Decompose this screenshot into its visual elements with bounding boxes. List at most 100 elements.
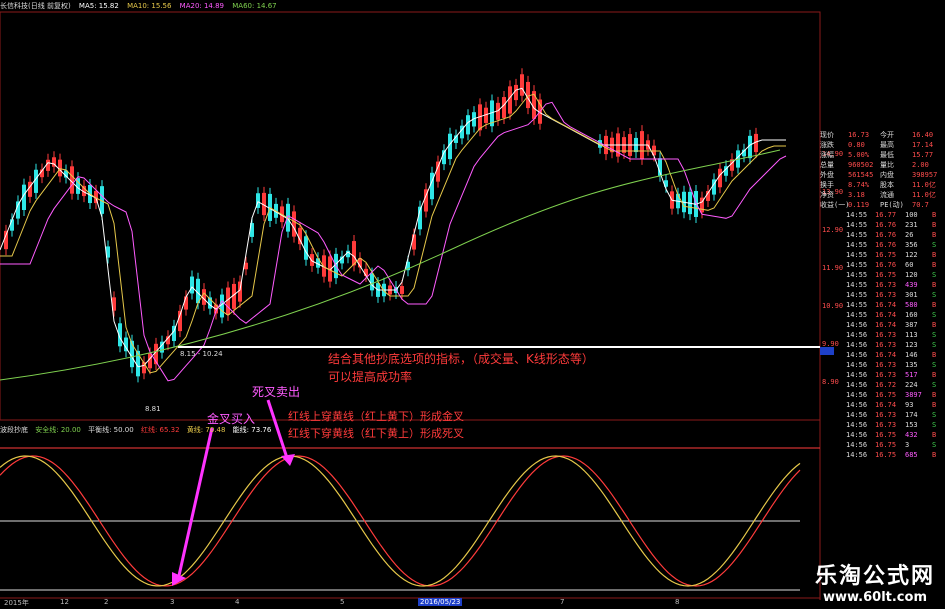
quote-cell: 561545 [848, 171, 874, 179]
tick-cell: 14:55 [846, 211, 868, 219]
axis-m4: 4 [235, 598, 240, 606]
annotation-combine-1: 结合其他抄底选项的指标，（成交量、K线形态等） [328, 352, 594, 366]
tick-cell: 93 [905, 401, 914, 409]
tick-row: 14:55 16.74 580 B [820, 300, 945, 310]
ma20-value: MA20: 14.89 [179, 2, 225, 10]
tick-row: 14:56 16.74 93 B [820, 400, 945, 410]
golden-cross-arrow [172, 427, 214, 586]
tick-cell: 14:56 [846, 321, 868, 329]
tick-cell: 16.73 [875, 411, 897, 419]
tick-cell: 14:55 [846, 231, 868, 239]
tick-row: 14:56 16.73 153 S [820, 420, 945, 430]
quote-cell: 换手 [820, 181, 834, 189]
tick-cell: 16.76 [875, 261, 897, 269]
tick-cell: 16.73 [875, 421, 897, 429]
quote-cell: 0.119 [848, 201, 870, 209]
site-watermark: 乐淘公式网 www.60lt.com [815, 558, 935, 605]
tick-cell: S [932, 271, 937, 279]
tick-cell: 301 [905, 291, 918, 299]
tick-cell: B [932, 351, 937, 359]
tick-row: 14:56 16.73 517 B [820, 370, 945, 380]
balance-line-value: 平衡线: 50.00 [88, 426, 134, 434]
quote-cell: 3.18 [848, 191, 865, 199]
tick-cell: S [932, 241, 937, 249]
indicator-name: 波段抄底 [0, 426, 28, 434]
tick-row: 14:56 16.72 224 S [820, 380, 945, 390]
tick-cell: 14:55 [846, 241, 868, 249]
quote-summary: 现价 16.73 今开 16.40 涨跌 0.80 最高 17.14 涨幅 5.00% 最低 15.7… [820, 130, 945, 210]
tick-cell: 14:56 [846, 361, 868, 369]
tick-cell: 16.74 [875, 401, 897, 409]
quote-row: 总量 960502 量比 2.00 [820, 160, 945, 170]
quote-row: 净资 3.18 流通 11.0亿 [820, 190, 945, 200]
quote-cell: 11.0亿 [912, 181, 936, 189]
quote-cell: PE(动) [880, 201, 904, 209]
tick-cell: 16.75 [875, 451, 897, 459]
tick-cell: 14:55 [846, 281, 868, 289]
tick-cell: 14:55 [846, 301, 868, 309]
quote-cell: 今开 [880, 131, 894, 139]
quote-row: 换手 8.74% 股本 11.0亿 [820, 180, 945, 190]
quote-cell: 量比 [880, 161, 894, 169]
tick-cell: 120 [905, 271, 918, 279]
tick-row: 14:55 16.75 122 B [820, 250, 945, 260]
quote-cell: 16.73 [848, 131, 870, 139]
watermark-url: www.60lt.com [822, 590, 927, 605]
tick-cell: 517 [905, 371, 918, 379]
tick-row: 14:56 16.74 146 B [820, 350, 945, 360]
tick-cell: B [932, 251, 937, 259]
tick-cell: 580 [905, 301, 918, 309]
tick-cell: 14:56 [846, 431, 868, 439]
yellow-line-value: 黄线: 70.48 [186, 426, 226, 434]
quote-cell: 最高 [880, 141, 894, 149]
tick-cell: B [932, 221, 937, 229]
red-line-value: 红线: 65.32 [140, 426, 180, 434]
tick-cell: 16.73 [875, 291, 897, 299]
tick-cell: B [932, 301, 937, 309]
annotation-combine-2: 可以提高成功率 [328, 370, 413, 384]
tick-cell: S [932, 341, 937, 349]
quote-cell: 70.7 [912, 201, 929, 209]
ma5-value: MA5: 15.82 [78, 2, 119, 10]
chart-canvas[interactable] [0, 0, 945, 609]
quote-cell: 8.74% [848, 181, 870, 189]
candle-body [4, 230, 8, 250]
quote-row: 外盘 561545 内盘 398957 [820, 170, 945, 180]
tick-cell: 224 [905, 381, 918, 389]
axis-m3: 3 [170, 598, 175, 606]
tick-cell: B [932, 281, 937, 289]
tick-cell: 16.74 [875, 321, 897, 329]
quote-row: 涨跌 0.80 最高 17.14 [820, 140, 945, 150]
tick-cell: S [932, 361, 937, 369]
tick-cell: 439 [905, 281, 918, 289]
range-price-label: 8.15 - 10.24 [180, 350, 223, 358]
tick-row: 14:55 16.76 26 B [820, 230, 945, 240]
ma10-value: MA10: 15.56 [127, 2, 172, 10]
tick-row: 14:56 16.75 3 S [820, 440, 945, 450]
tick-cell: B [932, 261, 937, 269]
tick-cell: S [932, 291, 937, 299]
tick-cell: B [932, 321, 937, 329]
quote-cell: 涨幅 [820, 151, 834, 159]
tick-cell: 387 [905, 321, 918, 329]
quote-cell: 11.0亿 [912, 191, 936, 199]
tick-list[interactable]: 14:55 16.77 100 B 14:55 16.76 231 B 14:55 16.76 26… [820, 210, 945, 460]
indicator-header: 波段抄底 安全线: 20.00 平衡线: 50.00 红线: 65.32 黄线:… [0, 425, 276, 435]
tick-row: 14:55 16.75 120 S [820, 270, 945, 280]
tick-cell: 122 [905, 251, 918, 259]
watermark-name: 乐淘公式网 [814, 564, 935, 589]
tick-cell: 135 [905, 361, 918, 369]
tick-cell: 113 [905, 331, 918, 339]
tick-cell: B [932, 231, 937, 239]
tick-cell: 356 [905, 241, 918, 249]
quote-cell: 流通 [880, 191, 894, 199]
tick-row: 14:56 16.73 135 S [820, 360, 945, 370]
axis-date-cursor: 2016/05/23 [418, 598, 463, 606]
quote-cell: 最低 [880, 151, 894, 159]
tick-cell: 16.75 [875, 441, 897, 449]
tick-cell: 231 [905, 221, 918, 229]
annotation-rule-1: 红线上穿黄线（红上黄下）形成金叉 [288, 410, 464, 423]
tick-cell: 16.74 [875, 311, 897, 319]
tick-cell: 16.75 [875, 431, 897, 439]
tick-cell: 16.76 [875, 241, 897, 249]
